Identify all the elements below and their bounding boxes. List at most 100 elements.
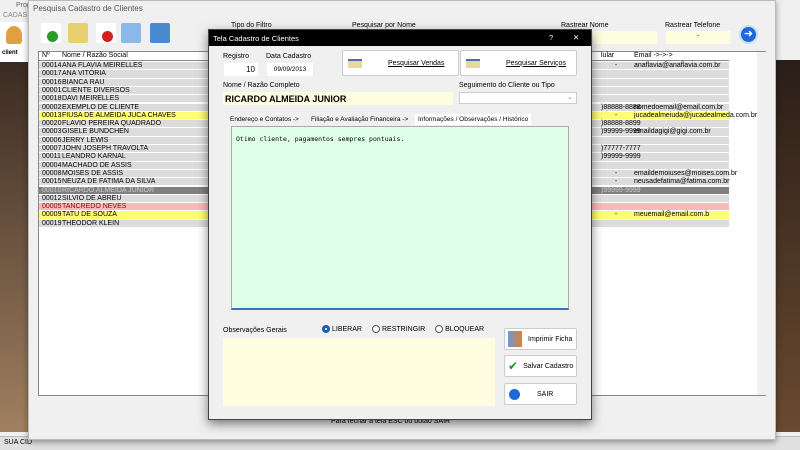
cell-email: neusadefatima@fatima.com.br: [634, 178, 730, 186]
exit-button[interactable]: SAIR: [504, 383, 577, 405]
cell-num: 00011: [42, 153, 61, 161]
cell-cell: )88888-8899: [601, 120, 641, 128]
cell-email: nomedoemail@email.com.br: [634, 103, 724, 111]
cell-name: JERRY LEWIS: [62, 136, 109, 144]
cell-email: emaildemoiuses@moises.com.br: [634, 169, 738, 177]
tab-endereco[interactable]: Endereço e Contatos ->: [227, 114, 302, 125]
cell-name: MACHADO DE ASSIS: [62, 161, 132, 169]
track-phone-input[interactable]: -: [666, 31, 730, 44]
desktop-background: [0, 62, 30, 432]
cell-name: EXEMPLO DE CLIENTE: [62, 103, 140, 111]
history-textarea[interactable]: Otimo cliente, pagamentos sempres pontua…: [231, 126, 569, 310]
cell-name: LEANDRO KARNAL: [62, 153, 126, 161]
clients-label: client: [2, 50, 18, 56]
cell-num: 00010: [42, 186, 62, 194]
obs-textarea[interactable]: [223, 338, 495, 406]
cell-name: SILVIO DE ABREU: [62, 194, 122, 202]
tab-filiacao[interactable]: Filiação e Avaliação Financeira ->: [308, 114, 411, 125]
users-icon: [6, 26, 22, 44]
status-city: SUA CID: [4, 439, 33, 446]
dialog-title: Tela Cadastro de Clientes: [213, 34, 299, 43]
search-services-button[interactable]: Pesquisar Serviços: [460, 50, 577, 76]
cell-num: 00005: [42, 203, 62, 211]
search-services-label: Pesquisar Serviços: [506, 59, 566, 67]
cell-name: MOISES DE ASSIS: [62, 169, 124, 177]
print-record-button[interactable]: Imprimir Ficha: [504, 328, 577, 350]
cell-cell: -: [614, 211, 618, 219]
cell-name: NEUZA DE FATIMA DA SILVA: [62, 178, 156, 186]
cell-cell: )99999-9999: [601, 153, 641, 161]
filter-type-label: Tipo do Filtro: [231, 22, 272, 29]
clients-toolbar-button[interactable]: client: [0, 22, 30, 62]
radio-circle-icon: [435, 325, 444, 333]
radio-label: BLOQUEAR: [445, 325, 485, 333]
cell-num: 00014: [42, 62, 62, 69]
tab-informacoes[interactable]: Informações / Observações / Histórico: [415, 114, 532, 125]
col-email[interactable]: Email ->->->: [634, 52, 673, 59]
search-name-label: Pesquisar por Nome: [352, 22, 416, 29]
cell-name: BIANCA RAU: [62, 78, 105, 86]
radio-liberar[interactable]: LIBERAR: [322, 325, 362, 333]
segment-label: Seguimento do Cliente ou Tipo: [459, 82, 555, 89]
cell-num: 00007: [42, 145, 62, 152]
app-menu[interactable]: CADAS: [3, 12, 27, 19]
services-icon: [466, 58, 480, 68]
cell-cell: -: [614, 111, 618, 119]
help-icon[interactable]: ?: [549, 33, 553, 42]
cell-cell: )99999-9999: [601, 128, 641, 136]
cell-num: 00006: [42, 136, 62, 144]
cell-num: 00020: [42, 120, 62, 128]
registro-field[interactable]: 10: [224, 63, 258, 76]
add-button[interactable]: [41, 23, 61, 43]
scrollbar[interactable]: [757, 52, 766, 395]
cell-num: 00009: [42, 211, 62, 219]
exit-label: SAIR: [537, 390, 554, 398]
col-cell[interactable]: lular: [601, 52, 614, 59]
data-cadastro-label: Data Cadastro: [266, 53, 312, 60]
cell-name: FLAVIO PEREIRA QUADRADO: [62, 120, 162, 128]
cell-num: 00008: [42, 169, 62, 177]
cell-cell: -: [614, 62, 618, 69]
edit-button[interactable]: [68, 23, 88, 43]
track-phone-label: Rastrear Telefone: [665, 22, 721, 29]
col-name[interactable]: Nome / Razão Social: [62, 52, 128, 59]
cell-cell: )88888-8888: [601, 103, 641, 111]
col-num[interactable]: Nº: [42, 52, 50, 59]
cell-cell: )77777-7777: [601, 145, 641, 152]
cell-name: CLIENTE DIVERSOS: [62, 86, 130, 94]
cell-num: 00002: [42, 103, 62, 111]
save-label: Salvar Cadastro: [523, 362, 574, 370]
chevron-down-icon: ⌄: [567, 94, 573, 101]
cell-email: emaildagigi@gigi.com.br: [634, 128, 711, 136]
arrow-right-icon[interactable]: ➜: [739, 25, 758, 44]
print-icon: [508, 331, 522, 347]
cell-cell: )99999-9999: [601, 186, 641, 194]
sales-icon: [348, 58, 362, 68]
close-icon[interactable]: ✕: [573, 33, 579, 42]
cell-num: 00004: [42, 161, 62, 169]
nome-input[interactable]: RICARDO ALMEIDA JUNIOR: [223, 92, 453, 105]
radio-restringir[interactable]: RESTRINGIR: [371, 325, 425, 333]
track-name-input[interactable]: [593, 31, 657, 44]
report-button[interactable]: [150, 23, 170, 43]
print-button[interactable]: [121, 23, 141, 43]
search-sales-button[interactable]: Pesquisar Vendas: [342, 50, 459, 76]
cell-name: FIUSA DE ALMEIDA JUCA CHAVES: [62, 111, 176, 119]
cell-name: TANCREDO NEVES: [62, 203, 127, 211]
cell-cell: -: [614, 169, 618, 177]
radio-bloquear[interactable]: BLOQUEAR: [435, 325, 484, 333]
track-name-label: Rastrear Nome: [561, 22, 609, 29]
cell-num: 00013: [42, 111, 62, 119]
registro-label: Registro: [223, 53, 250, 60]
radio-label: LIBERAR: [332, 325, 362, 333]
save-button[interactable]: ✔ Salvar Cadastro: [504, 355, 577, 377]
cell-num: 00018: [42, 95, 62, 103]
segment-select[interactable]: ⌄: [459, 92, 577, 104]
print-record-label: Imprimir Ficha: [528, 335, 573, 343]
cell-num: 00015: [42, 178, 62, 186]
cell-email: meuemail@email.com.b: [634, 211, 710, 219]
data-cadastro-field[interactable]: 09/09/2013: [267, 63, 313, 76]
cell-num: 00001: [42, 86, 62, 94]
delete-button[interactable]: [96, 23, 116, 43]
cell-name: DAVI MEIRELLES: [62, 95, 120, 103]
